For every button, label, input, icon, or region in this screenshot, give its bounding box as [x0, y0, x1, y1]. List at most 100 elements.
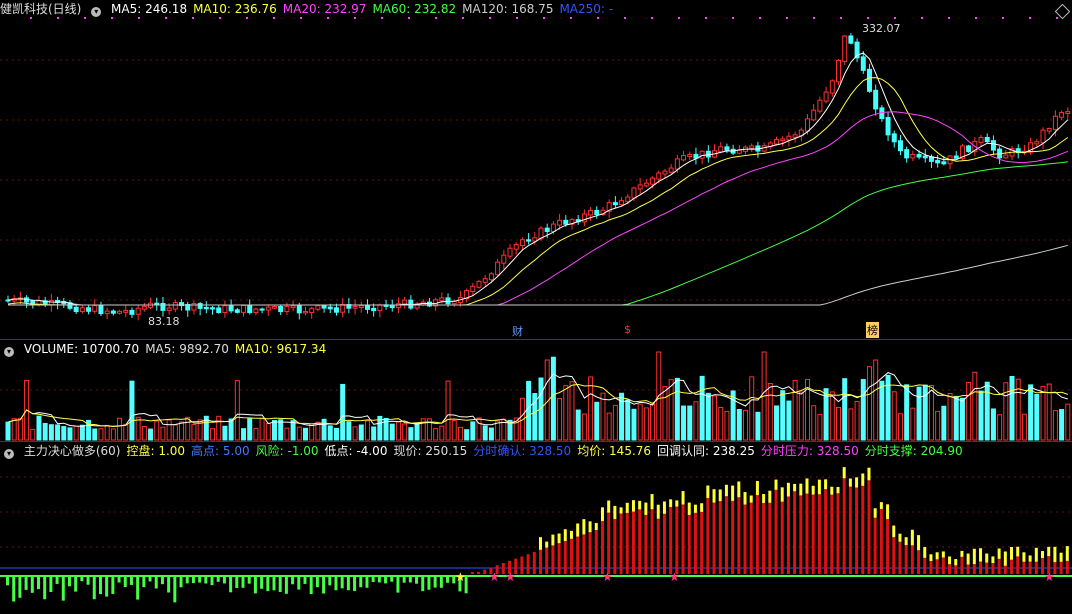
indicator-bar-pos	[675, 506, 679, 574]
indicator-pane[interactable]: ▾ 主力决心做多(60) 控盘: 1.00 高点: 5.00 风险: -1.00 低点:…	[0, 442, 1072, 614]
signal-dot	[705, 17, 707, 19]
indicator-bar-pos	[873, 517, 877, 574]
signal-dot	[1029, 17, 1031, 19]
candle-body	[966, 145, 972, 153]
finance-marker[interactable]: 财	[512, 323, 523, 339]
indicator-bar-neg	[340, 576, 344, 589]
price-pane[interactable]: 健凯科技(日线) ▾ MA5: 246.18 MA10: 236.76 MA20: …	[0, 0, 1072, 340]
volume-bar	[1065, 403, 1071, 441]
signal-dot	[408, 17, 410, 19]
indicator-bar-cap	[848, 478, 852, 487]
indicator-bar-neg	[117, 576, 121, 583]
indicator-bar-neg	[123, 576, 127, 587]
volume-pane[interactable]: ▾ VOLUME: 10700.70 MA5: 9892.70 MA10: 9617…	[0, 340, 1072, 442]
volume-bar	[148, 428, 154, 441]
indicator-bar-cap	[662, 501, 666, 514]
volume-bar	[17, 417, 23, 441]
indicator-bar-neg	[18, 576, 22, 598]
indicator-bar-pos	[563, 541, 567, 574]
candle-body	[835, 59, 841, 83]
dividend-marker[interactable]: $	[624, 323, 631, 336]
indicator-bar-cap	[582, 519, 586, 535]
indicator-bar-neg	[86, 576, 90, 585]
indicator-bar-cap	[607, 500, 611, 513]
indicator-bar-cap	[650, 494, 654, 510]
indicator-bar-pos	[972, 564, 976, 574]
candle-body	[495, 261, 501, 276]
candle-body	[259, 308, 265, 311]
volume-bar	[470, 421, 476, 441]
volume-bar	[172, 424, 178, 441]
volume-bar	[966, 381, 972, 441]
signal-dot	[435, 17, 437, 19]
volume-bar	[712, 395, 718, 441]
signal-star-icon: ★	[602, 570, 613, 584]
indicator-bar-cap	[669, 499, 673, 508]
volume-bar	[873, 359, 879, 441]
volume-bar	[724, 410, 730, 441]
indicator-bar-neg	[365, 576, 369, 588]
indicator-bar-pos	[811, 494, 815, 574]
indicator-bar-cap	[638, 500, 642, 510]
indicator-bar-pos	[532, 552, 536, 574]
indicator-bar-neg	[247, 576, 251, 584]
indicator-bar-cap	[743, 492, 747, 505]
indicator-bar-pos	[793, 491, 797, 574]
volume-bar	[129, 380, 135, 441]
indicator-bar-neg	[322, 576, 326, 594]
indicator-bar-cap	[817, 479, 821, 495]
volume-bar	[854, 400, 860, 441]
volume-bar	[550, 356, 556, 441]
volume-bar	[340, 383, 346, 441]
indicator-bar-pos	[836, 493, 840, 574]
candle-body	[110, 310, 116, 314]
volume-bar	[185, 416, 191, 441]
candle-body	[792, 134, 798, 138]
candle-body	[612, 202, 618, 206]
indicator-bar-pos	[718, 501, 722, 574]
volume-bar	[718, 407, 724, 441]
signal-dot	[57, 17, 59, 19]
indicator-bar-cap	[960, 550, 964, 557]
candle-body	[166, 307, 172, 311]
signal-dot	[921, 17, 923, 19]
indicator-bar-pos	[483, 569, 487, 574]
indicator-bar-pos	[774, 489, 778, 574]
candle-body	[674, 158, 680, 170]
candle-body	[953, 155, 959, 159]
volume-bar	[798, 391, 804, 441]
candle-body	[699, 150, 705, 159]
indicator-bar-neg	[297, 576, 301, 590]
indicator-bar-cap	[576, 523, 580, 537]
indicator-bar-neg	[43, 576, 47, 600]
ranking-marker[interactable]: 榜	[866, 322, 879, 338]
indicator-bar-pos	[594, 530, 598, 574]
candle-body	[860, 56, 866, 71]
indicator-bar-cap	[1022, 552, 1026, 562]
volume-bar	[73, 425, 79, 441]
candle-body	[984, 136, 990, 143]
candle-body	[284, 306, 290, 313]
indicator-bar-cap	[693, 504, 697, 513]
signal-dot	[300, 17, 302, 19]
indicator-bar-cap	[1003, 551, 1007, 566]
indicator-bar-pos	[631, 511, 635, 574]
volume-chart	[0, 351, 1072, 441]
candle-body	[389, 304, 395, 309]
candle-body	[488, 273, 494, 281]
volume-bar	[265, 422, 271, 441]
signal-dot	[597, 17, 599, 19]
volume-bar	[879, 380, 885, 441]
volume-bar	[581, 413, 587, 441]
indicator-bar-pos	[1059, 561, 1063, 574]
candle-body	[805, 118, 810, 132]
volume-bar	[179, 421, 185, 441]
indicator-bar-neg	[167, 576, 171, 593]
volume-bar	[637, 403, 643, 441]
candle-body	[73, 306, 79, 313]
volume-bar	[358, 424, 364, 441]
indicator-bar-neg	[377, 576, 381, 583]
volume-bar	[457, 426, 463, 441]
candle-body	[86, 307, 92, 312]
indicator-bar-pos	[954, 565, 958, 574]
